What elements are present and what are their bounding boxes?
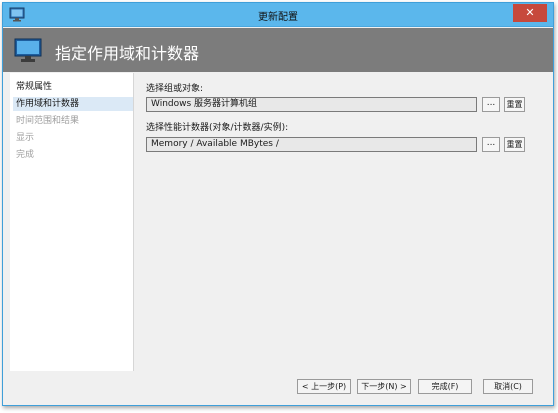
step-display: 显示 — [16, 133, 35, 143]
group-label: 选择组或对象: — [146, 84, 204, 94]
next-button[interactable]: 下一步(N) > — [357, 379, 411, 394]
dialog-window: 更新配置 ✕ 指定作用域和计数器 常规属性 作用域和计数器 时间范围和结果 显示… — [2, 2, 554, 406]
counter-field[interactable]: Memory / Available MBytes / — [146, 137, 477, 152]
step-general-properties[interactable]: 常规属性 — [16, 80, 52, 94]
close-button[interactable]: ✕ — [513, 4, 547, 22]
page-title: 指定作用域和计数器 — [55, 44, 200, 63]
browse-group-button[interactable]: ... — [482, 97, 500, 112]
group-field[interactable]: Windows 服务器计算机组 — [146, 97, 477, 112]
step-scope-and-counters[interactable]: 作用域和计数器 — [13, 97, 133, 111]
window-title: 更新配置 — [258, 12, 298, 23]
wizard-steps: 常规属性 作用域和计数器 时间范围和结果 显示 完成 — [10, 73, 134, 371]
finish-button[interactable]: 完成(F) — [418, 379, 472, 394]
counter-label: 选择性能计数器(对象/计数器/实例): — [146, 123, 289, 133]
reset-counter-button[interactable]: 重置 — [504, 137, 525, 152]
monitor-icon — [13, 37, 45, 64]
previous-button[interactable]: < 上一步(P) — [297, 379, 351, 394]
browse-counter-button[interactable]: ... — [482, 137, 500, 152]
cancel-button[interactable]: 取消(C) — [483, 379, 533, 394]
step-time-range-and-results: 时间范围和结果 — [16, 116, 80, 126]
close-icon: ✕ — [525, 6, 535, 19]
reset-group-button[interactable]: 重置 — [504, 97, 525, 112]
title-bar[interactable]: 更新配置 ✕ — [3, 3, 553, 27]
step-finish: 完成 — [16, 150, 35, 160]
wizard-header: 指定作用域和计数器 — [3, 28, 553, 72]
